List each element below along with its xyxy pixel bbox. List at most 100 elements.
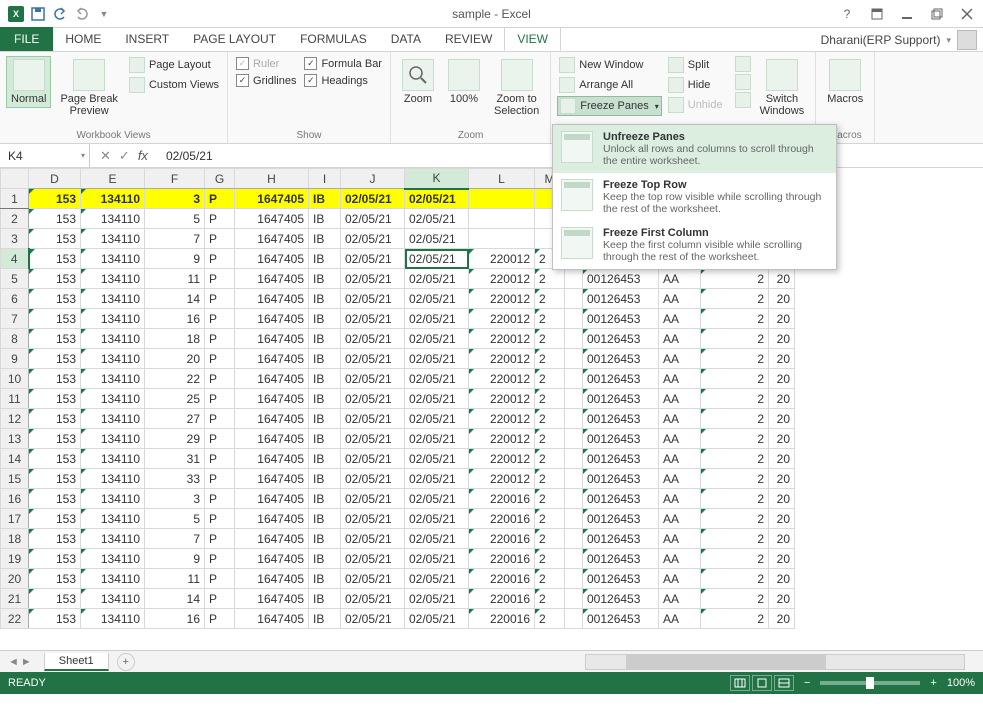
column-header[interactable]: F: [145, 169, 205, 189]
cell[interactable]: 153: [29, 269, 81, 289]
cell[interactable]: 02/05/21: [341, 349, 405, 369]
cell[interactable]: IB: [309, 609, 341, 629]
cell[interactable]: [565, 489, 583, 509]
cell[interactable]: [565, 269, 583, 289]
excel-icon[interactable]: X: [6, 4, 26, 24]
cell[interactable]: 134110: [81, 329, 145, 349]
row-header[interactable]: 5: [1, 269, 29, 289]
page-layout-button[interactable]: Page Layout: [127, 56, 221, 74]
cell[interactable]: [565, 589, 583, 609]
cell[interactable]: [469, 229, 535, 249]
cell[interactable]: 220012: [469, 249, 535, 269]
cell[interactable]: 7: [145, 229, 205, 249]
tab-insert[interactable]: INSERT: [113, 27, 181, 51]
cell[interactable]: 02/05/21: [341, 329, 405, 349]
tab-home[interactable]: HOME: [53, 27, 113, 51]
cell[interactable]: P: [205, 249, 235, 269]
cell[interactable]: IB: [309, 249, 341, 269]
cell[interactable]: 02/05/21: [341, 429, 405, 449]
cell[interactable]: [565, 349, 583, 369]
cell[interactable]: 153: [29, 429, 81, 449]
cell[interactable]: 153: [29, 489, 81, 509]
file-tab[interactable]: FILE: [0, 27, 53, 51]
column-header[interactable]: G: [205, 169, 235, 189]
cell[interactable]: 2: [701, 449, 769, 469]
hide-button[interactable]: Hide: [666, 76, 725, 94]
cell[interactable]: 27: [145, 409, 205, 429]
cell[interactable]: 00126453: [583, 389, 659, 409]
sheet-nav[interactable]: ◄►: [0, 656, 40, 668]
cell[interactable]: 1647405: [235, 569, 309, 589]
cell[interactable]: 02/05/21: [405, 249, 469, 269]
cell[interactable]: P: [205, 329, 235, 349]
cell[interactable]: AA: [659, 369, 701, 389]
freeze-menu-item[interactable]: Freeze Top RowKeep the top row visible w…: [553, 173, 836, 221]
cell[interactable]: IB: [309, 309, 341, 329]
cell[interactable]: 31: [145, 449, 205, 469]
tab-formulas[interactable]: FORMULAS: [288, 27, 379, 51]
cell[interactable]: 134110: [81, 369, 145, 389]
cell[interactable]: 1647405: [235, 449, 309, 469]
cell[interactable]: IB: [309, 549, 341, 569]
cell[interactable]: 2: [701, 289, 769, 309]
cell[interactable]: 00126453: [583, 589, 659, 609]
cell[interactable]: IB: [309, 329, 341, 349]
tab-page-layout[interactable]: PAGE LAYOUT: [181, 27, 288, 51]
cell[interactable]: 134110: [81, 569, 145, 589]
cell[interactable]: IB: [309, 489, 341, 509]
cell[interactable]: 20: [769, 269, 795, 289]
cell[interactable]: 20: [769, 589, 795, 609]
cell[interactable]: 134110: [81, 389, 145, 409]
cell[interactable]: 2: [701, 589, 769, 609]
cell[interactable]: 02/05/21: [341, 529, 405, 549]
cell[interactable]: IB: [309, 229, 341, 249]
row-header[interactable]: 8: [1, 329, 29, 349]
cell[interactable]: 20: [769, 609, 795, 629]
cell[interactable]: 20: [769, 449, 795, 469]
cell[interactable]: 2: [701, 609, 769, 629]
cell[interactable]: 02/05/21: [341, 609, 405, 629]
cell[interactable]: 153: [29, 249, 81, 269]
cell[interactable]: 1647405: [235, 389, 309, 409]
cell[interactable]: 153: [29, 189, 81, 209]
zoom-thumb[interactable]: [866, 677, 874, 689]
cell[interactable]: 3: [145, 189, 205, 209]
cell[interactable]: P: [205, 209, 235, 229]
cell[interactable]: IB: [309, 349, 341, 369]
cell[interactable]: 153: [29, 289, 81, 309]
cell[interactable]: 00126453: [583, 469, 659, 489]
cell[interactable]: 1647405: [235, 409, 309, 429]
cell[interactable]: P: [205, 569, 235, 589]
cell[interactable]: IB: [309, 429, 341, 449]
cell[interactable]: 02/05/21: [341, 469, 405, 489]
cell[interactable]: 02/05/21: [341, 509, 405, 529]
cell[interactable]: 220016: [469, 609, 535, 629]
cell[interactable]: 00126453: [583, 569, 659, 589]
cell[interactable]: [565, 569, 583, 589]
cell[interactable]: [469, 209, 535, 229]
restore-icon[interactable]: [925, 4, 949, 24]
cell[interactable]: 02/05/21: [341, 549, 405, 569]
cell[interactable]: 1647405: [235, 489, 309, 509]
cell[interactable]: 220016: [469, 529, 535, 549]
cancel-formula-icon[interactable]: ✕: [100, 148, 111, 164]
cell[interactable]: IB: [309, 509, 341, 529]
cell[interactable]: 00126453: [583, 409, 659, 429]
cell[interactable]: 153: [29, 309, 81, 329]
cell[interactable]: 134110: [81, 469, 145, 489]
cell[interactable]: 7: [145, 529, 205, 549]
cell[interactable]: 00126453: [583, 309, 659, 329]
row-header[interactable]: 17: [1, 509, 29, 529]
cell[interactable]: 00126453: [583, 529, 659, 549]
cell[interactable]: 20: [769, 529, 795, 549]
cell[interactable]: 220012: [469, 269, 535, 289]
cell[interactable]: 134110: [81, 269, 145, 289]
cell[interactable]: 134110: [81, 249, 145, 269]
cell[interactable]: 2: [701, 509, 769, 529]
cell[interactable]: 11: [145, 269, 205, 289]
row-header[interactable]: 7: [1, 309, 29, 329]
cell[interactable]: 11: [145, 569, 205, 589]
cell[interactable]: [565, 329, 583, 349]
cell[interactable]: P: [205, 369, 235, 389]
cell[interactable]: AA: [659, 549, 701, 569]
